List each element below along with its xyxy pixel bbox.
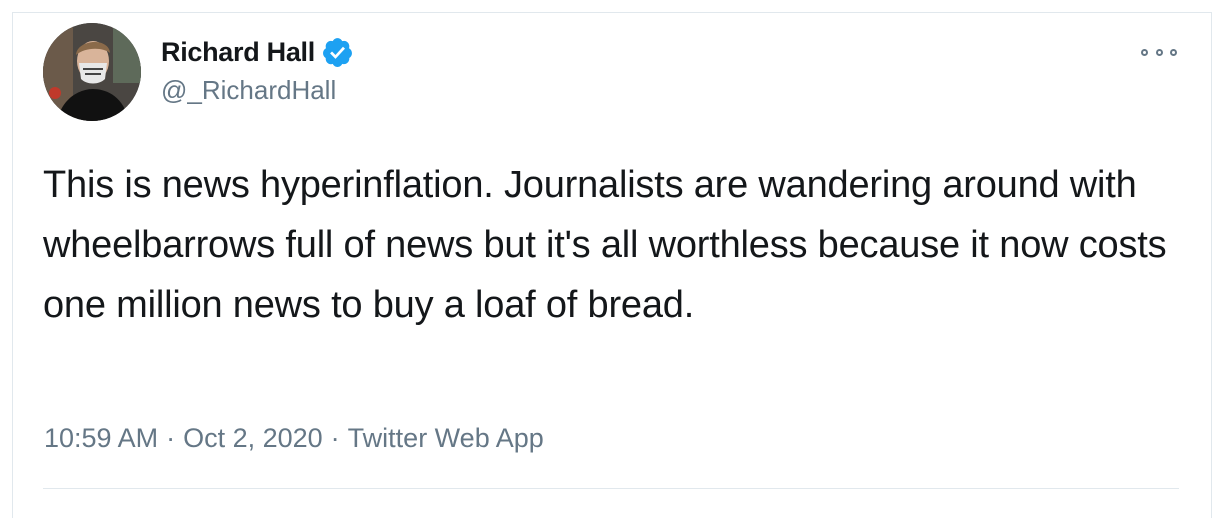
tweet-source[interactable]: Twitter Web App: [348, 423, 544, 454]
avatar-image: [43, 23, 141, 121]
tweet-time[interactable]: 10:59 AM: [44, 423, 158, 454]
tweet-meta: 10:59 AM · Oct 2, 2020 · Twitter Web App: [44, 423, 544, 454]
more-dot-icon: [1170, 48, 1177, 56]
author-name[interactable]: Richard Hall: [161, 37, 315, 68]
meta-separator: ·: [330, 423, 340, 453]
more-dot-icon: [1141, 48, 1148, 56]
tweet-card: Richard Hall @_RichardHall This is news …: [12, 12, 1212, 518]
verified-badge-icon: [321, 36, 354, 69]
more-dot-icon: [1155, 48, 1163, 56]
tweet-text: This is news hyperinflation. Journalists…: [43, 164, 1167, 326]
tweet-date[interactable]: Oct 2, 2020: [183, 423, 323, 454]
divider: [43, 488, 1179, 489]
author-handle[interactable]: @_RichardHall: [161, 75, 336, 106]
more-options-icon[interactable]: [1141, 41, 1177, 63]
avatar[interactable]: [43, 23, 141, 121]
meta-separator: ·: [166, 423, 176, 453]
author-row: Richard Hall: [161, 35, 354, 69]
